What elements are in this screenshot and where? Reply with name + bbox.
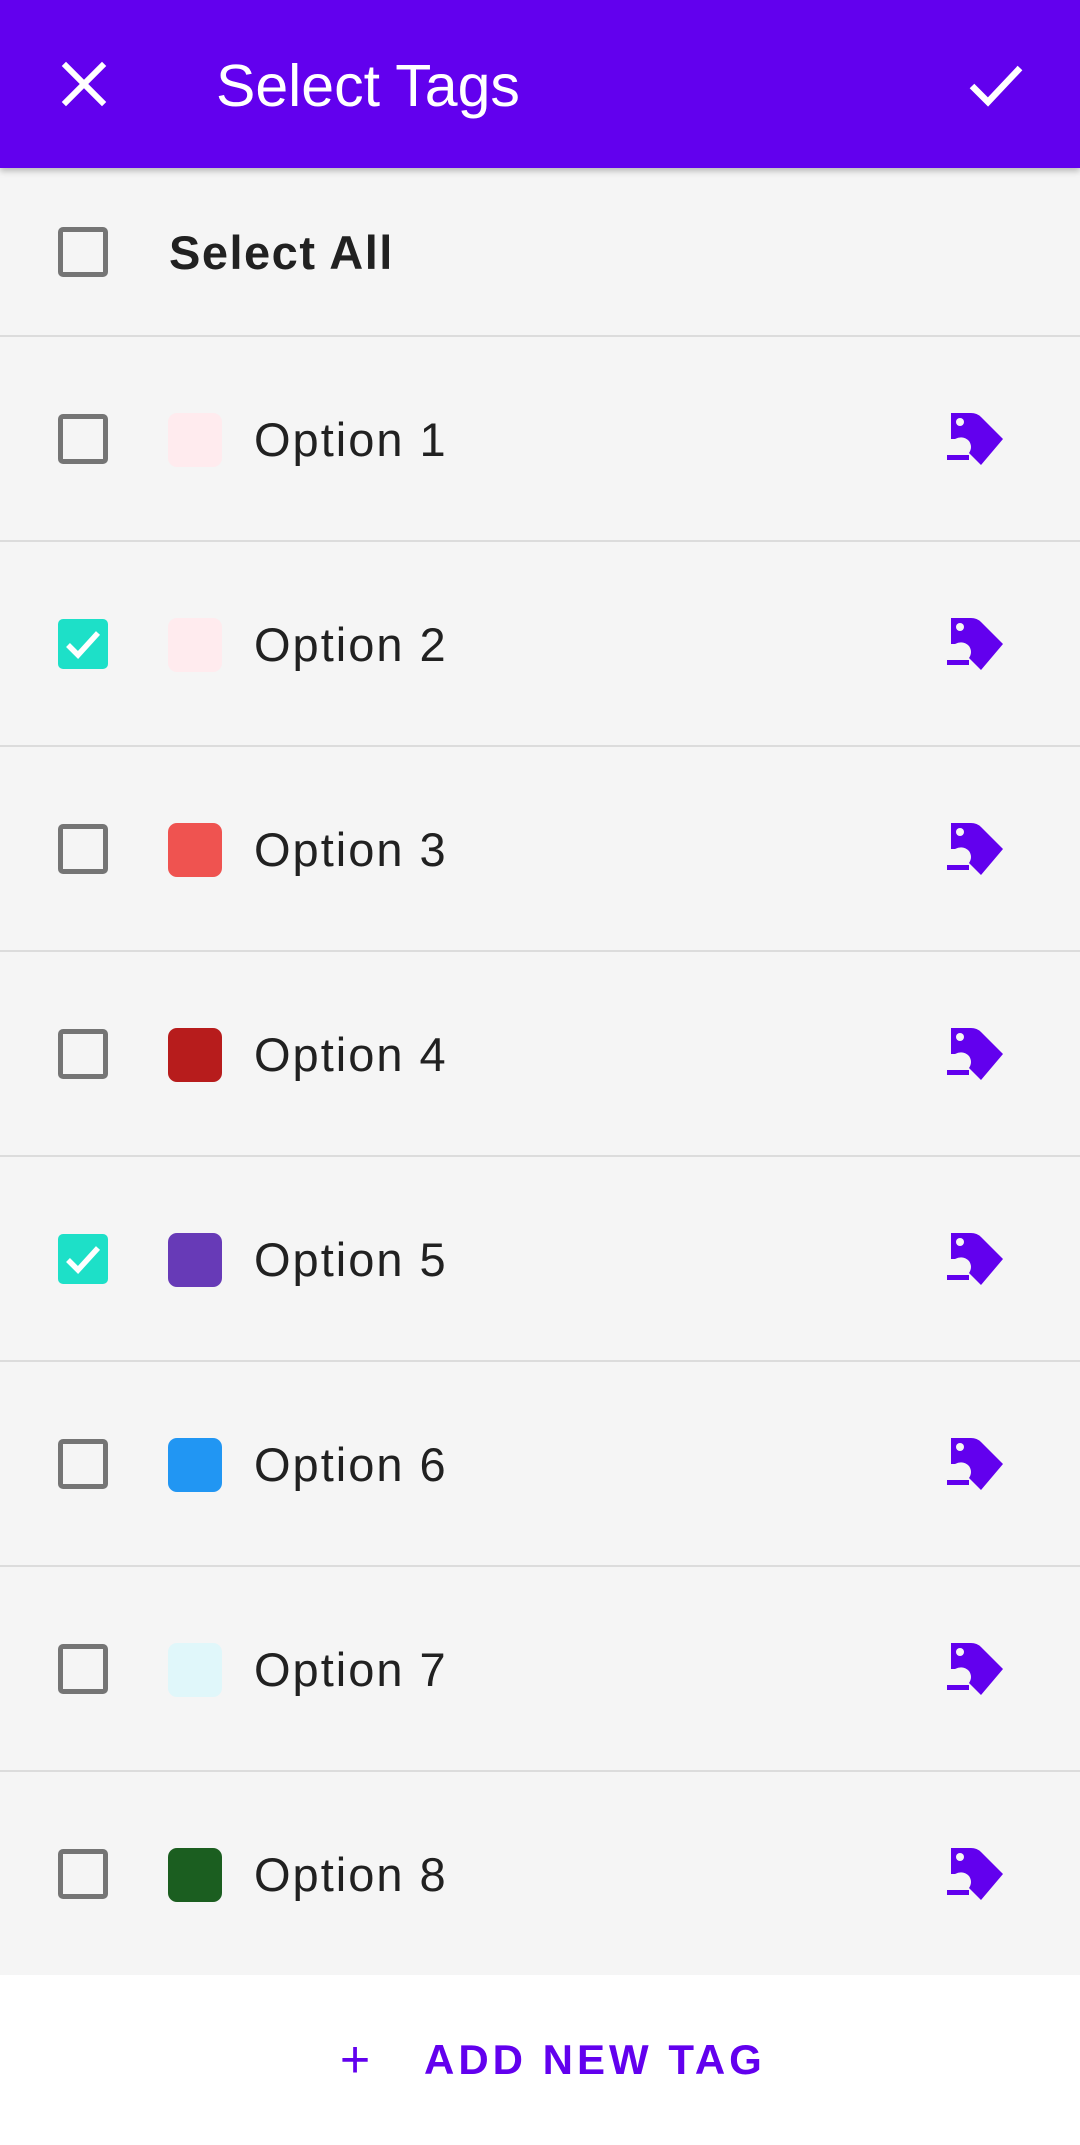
tag-row[interactable]: Option 6 bbox=[0, 1362, 1080, 1567]
edit-tag-button[interactable] bbox=[936, 1835, 1016, 1915]
edit-tag-button[interactable] bbox=[936, 400, 1016, 480]
tag-row[interactable]: Option 7 bbox=[0, 1567, 1080, 1772]
tag-row[interactable]: Option 8 bbox=[0, 1772, 1080, 1977]
edit-tag-button[interactable] bbox=[936, 1425, 1016, 1505]
check-icon bbox=[969, 65, 1023, 107]
edit-tag-button[interactable] bbox=[936, 1220, 1016, 1300]
tag-color-swatch bbox=[168, 1848, 222, 1902]
tag-checkbox[interactable] bbox=[58, 1029, 108, 1079]
edit-tag-button[interactable] bbox=[936, 810, 1016, 890]
tag-color-swatch bbox=[168, 1233, 222, 1287]
tag-row[interactable]: Option 5 bbox=[0, 1157, 1080, 1362]
tag-label: Option 5 bbox=[254, 1233, 448, 1286]
tag-row[interactable]: Option 1 bbox=[0, 337, 1080, 542]
app-bar: Select Tags bbox=[0, 0, 1080, 168]
tag-edit-icon bbox=[947, 823, 1003, 875]
tag-row[interactable]: Option 2 bbox=[0, 542, 1080, 747]
tag-list: Option 1 Option 2 Option 3 Option 4 Option 5… bbox=[0, 337, 1080, 1977]
tag-edit-icon bbox=[947, 1028, 1003, 1080]
select-all-row[interactable]: Select All bbox=[0, 168, 1080, 337]
confirm-button[interactable] bbox=[954, 42, 1038, 126]
tag-checkbox[interactable] bbox=[58, 1439, 108, 1489]
close-button[interactable] bbox=[42, 42, 126, 126]
tag-color-swatch bbox=[168, 823, 222, 877]
tag-label: Option 1 bbox=[254, 413, 448, 466]
tag-checkbox[interactable] bbox=[58, 414, 108, 464]
tag-checkbox[interactable] bbox=[58, 1234, 108, 1284]
edit-tag-button[interactable] bbox=[936, 1015, 1016, 1095]
close-icon bbox=[61, 61, 107, 107]
select-all-checkbox[interactable] bbox=[58, 227, 108, 277]
tag-color-swatch bbox=[168, 413, 222, 467]
tag-color-swatch bbox=[168, 1643, 222, 1697]
checkmark-icon bbox=[66, 631, 101, 659]
page-title: Select Tags bbox=[216, 53, 520, 119]
tag-checkbox[interactable] bbox=[58, 1849, 108, 1899]
tag-color-swatch bbox=[168, 1028, 222, 1082]
tag-label: Option 2 bbox=[254, 618, 448, 671]
tag-edit-icon bbox=[947, 618, 1003, 670]
tag-color-swatch bbox=[168, 618, 222, 672]
tag-label: Option 3 bbox=[254, 823, 448, 876]
checkmark-icon bbox=[66, 1246, 101, 1274]
tag-row[interactable]: Option 3 bbox=[0, 747, 1080, 952]
tag-color-swatch bbox=[168, 1438, 222, 1492]
select-all-label: Select All bbox=[169, 226, 394, 279]
tag-label: Option 4 bbox=[254, 1028, 448, 1081]
tag-label: Option 8 bbox=[254, 1848, 448, 1901]
add-new-tag-label: ADD NEW TAG bbox=[424, 2036, 766, 2083]
tag-edit-icon bbox=[947, 1848, 1003, 1900]
edit-tag-button[interactable] bbox=[936, 1630, 1016, 1710]
tag-row[interactable]: Option 4 bbox=[0, 952, 1080, 1157]
tag-edit-icon bbox=[947, 1643, 1003, 1695]
tag-checkbox[interactable] bbox=[58, 1644, 108, 1694]
tag-checkbox[interactable] bbox=[58, 619, 108, 669]
plus-icon: + bbox=[339, 2031, 371, 2089]
add-new-tag-button[interactable]: + ADD NEW TAG bbox=[330, 2010, 766, 2110]
tag-label: Option 6 bbox=[254, 1438, 448, 1491]
tag-checkbox[interactable] bbox=[58, 824, 108, 874]
tag-edit-icon bbox=[947, 413, 1003, 465]
edit-tag-button[interactable] bbox=[936, 605, 1016, 685]
footer: + ADD NEW TAG bbox=[0, 1975, 1080, 2145]
tag-label: Option 7 bbox=[254, 1643, 448, 1696]
tag-edit-icon bbox=[947, 1233, 1003, 1285]
tag-edit-icon bbox=[947, 1438, 1003, 1490]
